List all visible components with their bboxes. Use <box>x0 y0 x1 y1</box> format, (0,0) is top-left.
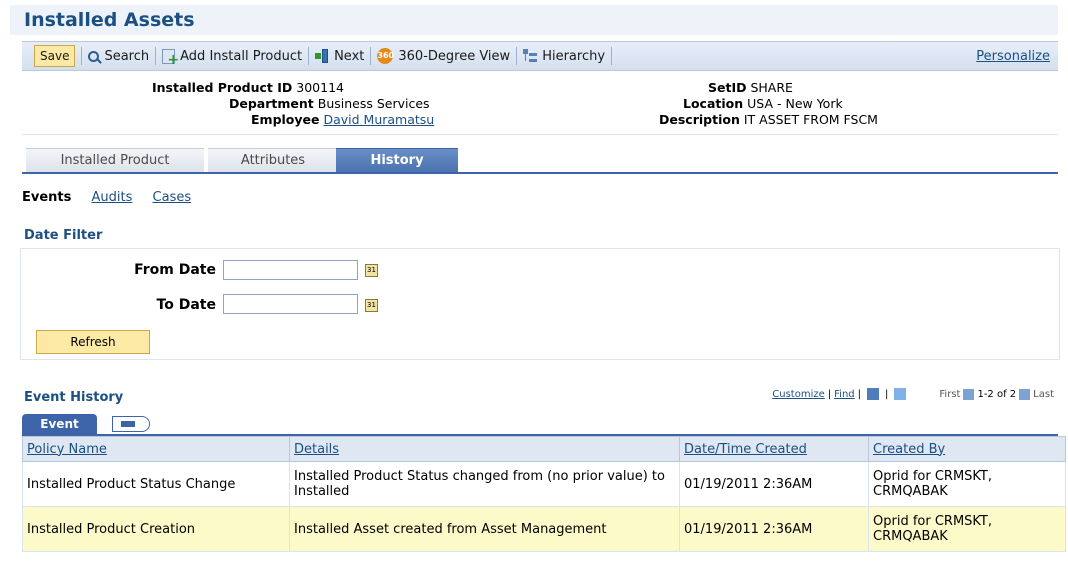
col-details[interactable]: Details <box>289 436 680 462</box>
policy-name-cell: Installed Product Status Change <box>22 461 290 507</box>
360-icon: 360 <box>377 48 394 64</box>
grid-tab-event[interactable]: Event <box>22 414 97 434</box>
tab-attributes-label: Attributes <box>240 153 306 168</box>
created-by-cell: Oprid for CRMSKT, CRMQABAK <box>868 506 1066 552</box>
personalize-link[interactable]: Personalize <box>976 49 1050 64</box>
customize-link[interactable]: Customize <box>772 389 825 400</box>
department-label: Department <box>229 96 314 111</box>
view-all-icon[interactable] <box>867 388 880 400</box>
datetime-cell: 01/19/2011 2:36AM <box>679 461 869 507</box>
toolbar: Save Search Add Install Product Next 360… <box>22 41 1058 71</box>
last-label[interactable]: Last <box>1033 389 1054 400</box>
show-all-columns-icon[interactable] <box>112 416 150 432</box>
employee-label: Employee <box>251 112 320 127</box>
first-label[interactable]: First <box>939 389 960 400</box>
subnav-cases-link[interactable]: Cases <box>153 190 192 205</box>
details-cell: Installed Asset created from Asset Manag… <box>289 506 680 552</box>
refresh-button[interactable]: Refresh <box>36 330 150 354</box>
department: Department Business Services <box>229 96 430 111</box>
installed-product-id-label: Installed Product ID <box>152 80 293 95</box>
setid-label: SetID <box>708 80 747 95</box>
download-icon[interactable] <box>894 388 907 400</box>
setid: SetID SHARE <box>708 80 793 95</box>
event-history-table: Policy Name Details Date/Time Created Cr… <box>22 436 1066 552</box>
from-date-calendar-icon[interactable]: 31 <box>365 264 378 277</box>
hierarchy-button[interactable]: Hierarchy <box>523 49 605 64</box>
employee-link[interactable]: David Muramatsu <box>323 112 434 127</box>
datetime-cell: 01/19/2011 2:36AM <box>679 506 869 552</box>
location-label: Location <box>683 96 744 111</box>
setid-value: SHARE <box>750 80 793 95</box>
location: Location USA - New York <box>683 96 843 111</box>
save-button[interactable]: Save <box>34 45 76 67</box>
from-date-label: From Date <box>134 262 216 278</box>
location-value: USA - New York <box>747 96 843 111</box>
col-policy-name[interactable]: Policy Name <box>22 436 290 462</box>
360-degree-view-button[interactable]: 360 360-Degree View <box>377 48 510 64</box>
tab-attributes[interactable]: Attributes <box>208 148 338 172</box>
toolbar-divider <box>155 47 157 65</box>
event-history-header: Event History <box>24 390 124 405</box>
department-value: Business Services <box>317 96 430 111</box>
tab-history[interactable]: History <box>336 148 458 172</box>
grid-tabs: Event <box>22 412 1058 436</box>
to-date-input[interactable] <box>223 294 358 314</box>
product-info-panel: Installed Product ID 300114 Department B… <box>22 74 1058 135</box>
installed-product-id-value: 300114 <box>296 80 344 95</box>
tab-history-label: History <box>370 153 424 168</box>
row-range: 1-2 of 2 <box>977 388 1017 400</box>
description-value: IT ASSET FROM FSCM <box>743 112 878 127</box>
toolbar-divider <box>308 47 310 65</box>
add-install-product-button[interactable]: Add Install Product <box>162 48 303 68</box>
toolbar-divider <box>370 47 372 65</box>
grid-navigation: Customize | Find | | First 1-2 of 2 Last <box>772 388 1058 400</box>
to-date-label: To Date <box>156 297 216 313</box>
col-date-time-created[interactable]: Date/Time Created <box>679 436 869 462</box>
to-date-calendar-icon[interactable]: 31 <box>365 299 378 312</box>
next-button[interactable]: Next <box>315 49 364 64</box>
hierarchy-label: Hierarchy <box>542 48 606 64</box>
employee: Employee David Muramatsu <box>251 112 434 127</box>
add-install-label: Add Install Product <box>180 48 303 64</box>
nav-separator: | <box>857 388 862 400</box>
search-button[interactable]: Search <box>88 49 149 64</box>
subnav-events: Events <box>22 190 72 205</box>
page-title: Installed Assets <box>10 5 1058 35</box>
date-filter-header: Date Filter <box>24 228 103 243</box>
created-by-cell: Oprid for CRMSKT, CRMQABAK <box>868 461 1066 507</box>
table-header-row: Policy Name Details Date/Time Created Cr… <box>22 436 1066 462</box>
toolbar-divider <box>516 47 518 65</box>
subnav-audits-link[interactable]: Audits <box>92 190 133 205</box>
col-created-by[interactable]: Created By <box>868 436 1066 462</box>
next-label: Next <box>334 48 365 64</box>
description-label: Description <box>659 112 740 127</box>
table-row: Installed Product Status Change Installe… <box>22 461 1066 507</box>
add-product-icon <box>162 48 179 68</box>
search-icon <box>88 50 100 62</box>
details-cell: Installed Product Status changed from (n… <box>289 461 680 507</box>
installed-product-id: Installed Product ID 300114 <box>152 80 344 95</box>
tab-installed-product-label: Installed Product <box>60 153 170 168</box>
next-arrow-icon[interactable] <box>1019 388 1031 400</box>
nav-separator: | <box>885 388 889 400</box>
table-row: Installed Product Creation Installed Ass… <box>22 506 1066 552</box>
page-tabs: Installed Product Attributes History <box>22 146 1058 174</box>
policy-name-cell: Installed Product Creation <box>22 506 290 552</box>
from-date-input[interactable] <box>223 260 358 280</box>
toolbar-divider <box>611 47 613 65</box>
previous-arrow-icon[interactable] <box>963 388 975 400</box>
hierarchy-icon <box>523 49 538 63</box>
find-link[interactable]: Find <box>834 389 855 400</box>
toolbar-divider <box>81 47 83 65</box>
search-label: Search <box>104 48 150 64</box>
history-subnav: Events Audits Cases <box>22 190 207 205</box>
tab-installed-product[interactable]: Installed Product <box>26 148 204 172</box>
next-icon <box>315 49 329 63</box>
description: Description IT ASSET FROM FSCM <box>659 112 878 127</box>
event-history-header-row: Event History Customize | Find | | First… <box>22 388 1058 408</box>
view360-label: 360-Degree View <box>398 48 511 64</box>
nav-separator: | <box>827 388 832 400</box>
